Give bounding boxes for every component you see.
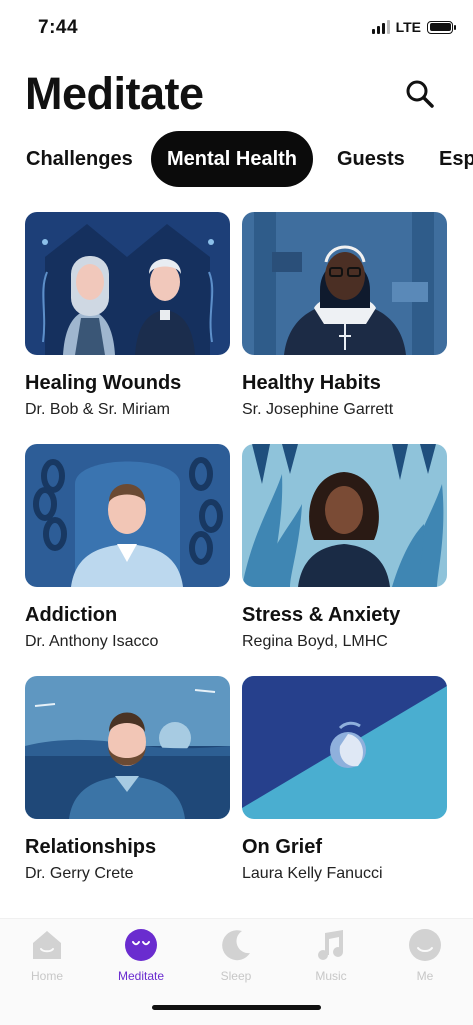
status-bar: 7:44 LTE <box>0 0 473 58</box>
tabbar-item-meditate[interactable]: Meditate <box>96 927 186 983</box>
search-icon <box>406 80 434 108</box>
profile-icon <box>409 929 441 961</box>
card-image <box>25 444 230 587</box>
network-label: LTE <box>395 19 421 35</box>
card-subtitle: Regina Boyd, LMHC <box>242 633 388 650</box>
tab-guests[interactable]: Guests <box>337 131 405 187</box>
card-subtitle: Sr. Josephine Garrett <box>242 401 394 418</box>
category-tabs: Challenges Mental Health Guests Esp <box>0 131 473 187</box>
card-title: Stress & Anxiety <box>242 604 401 626</box>
card-healthy-habits[interactable]: Healthy Habits Sr. Josephine Garrett <box>242 212 447 419</box>
card-subtitle: Dr. Gerry Crete <box>25 865 134 882</box>
tabbar-label: Meditate <box>117 969 165 983</box>
card-healing-wounds[interactable]: Healing Wounds Dr. Bob & Sr. Miriam <box>25 212 230 419</box>
card-image <box>242 444 447 587</box>
card-image <box>25 676 230 819</box>
card-title: Healing Wounds <box>25 372 182 394</box>
card-image <box>25 212 230 355</box>
search-button[interactable] <box>400 74 440 114</box>
status-indicators: LTE <box>371 19 456 35</box>
card-title: On Grief <box>242 836 323 858</box>
tabbar-label: Me <box>416 969 434 983</box>
tabbar-item-home[interactable]: Home <box>2 927 92 983</box>
tabbar-item-music[interactable]: Music <box>286 927 376 983</box>
tabbar-item-me[interactable]: Me <box>380 927 470 983</box>
home-indicator <box>152 1005 321 1010</box>
status-time: 7:44 <box>38 17 79 38</box>
card-image <box>242 676 447 819</box>
signal-icon <box>371 20 390 34</box>
page-title: Meditate <box>25 68 204 119</box>
card-title: Addiction <box>25 604 118 626</box>
card-title: Healthy Habits <box>242 372 381 394</box>
battery-icon <box>427 20 456 34</box>
card-relationships[interactable]: Relationships Dr. Gerry Crete <box>25 676 230 883</box>
card-subtitle: Dr. Bob & Sr. Miriam <box>25 401 170 418</box>
home-icon <box>33 931 61 959</box>
card-stress-anxiety[interactable]: Stress & Anxiety Regina Boyd, LMHC <box>242 444 447 651</box>
card-title: Relationships <box>25 836 157 858</box>
card-subtitle: Dr. Anthony Isacco <box>25 633 159 650</box>
card-addiction[interactable]: Addiction Dr. Anthony Isacco <box>25 444 230 651</box>
card-image <box>242 212 447 355</box>
music-note-icon <box>318 930 343 960</box>
tab-esp[interactable]: Esp <box>439 131 473 187</box>
tabbar-label: Music <box>315 969 347 983</box>
tabbar-label: Sleep <box>220 969 252 983</box>
tabbar-item-sleep[interactable]: Sleep <box>191 927 281 983</box>
meditate-face-icon <box>125 929 157 961</box>
card-on-grief[interactable]: On Grief Laura Kelly Fanucci <box>242 676 447 883</box>
tabbar-label: Home <box>30 969 63 983</box>
tab-challenges[interactable]: Challenges <box>26 131 133 187</box>
tab-mental-health[interactable]: Mental Health <box>151 131 314 187</box>
card-subtitle: Laura Kelly Fanucci <box>242 865 383 882</box>
moon-icon <box>222 930 250 961</box>
